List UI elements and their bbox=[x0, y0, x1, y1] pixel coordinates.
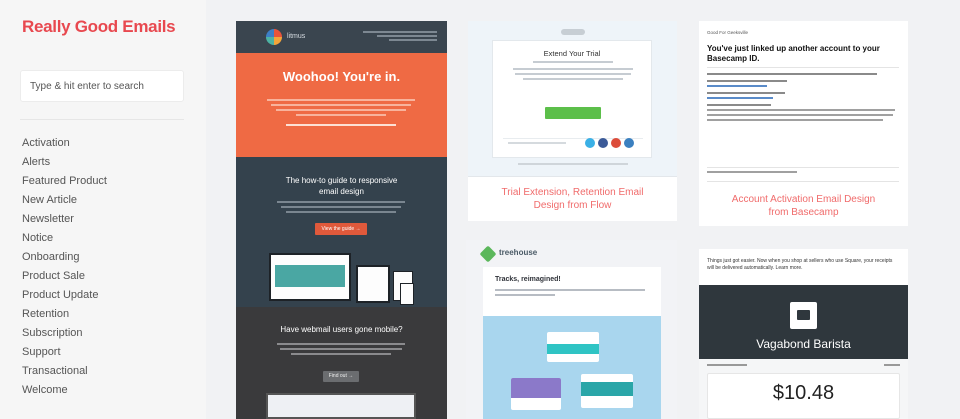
treehouse-email-panel: Tracks, reimagined! bbox=[483, 267, 661, 419]
basecamp-body-text bbox=[707, 73, 897, 124]
find-out-button[interactable]: Find out → bbox=[323, 371, 359, 382]
receipt-id bbox=[884, 364, 900, 366]
webmail-screens-image bbox=[266, 393, 416, 419]
email-card-treehouse[interactable]: treehouse Tracks, reimagined! bbox=[466, 240, 677, 419]
nav-item-activation[interactable]: Activation bbox=[22, 134, 107, 153]
treehouse-title: Tracks, reimagined! bbox=[495, 276, 561, 283]
flow-divider bbox=[503, 138, 643, 139]
hero-title: Woohoo! You're in. bbox=[282, 69, 401, 84]
illustration-card-purple bbox=[511, 378, 561, 410]
twitter-icon[interactable] bbox=[585, 138, 595, 148]
nav-item-transactional[interactable]: Transactional bbox=[22, 362, 107, 381]
header-meta-text bbox=[363, 31, 437, 41]
nav-item-support[interactable]: Support bbox=[22, 343, 107, 362]
nav-item-notice[interactable]: Notice bbox=[22, 229, 107, 248]
tablet-device-icon bbox=[356, 265, 390, 303]
nav-item-retention[interactable]: Retention bbox=[22, 305, 107, 324]
flow-email-title: Extend Your Trial bbox=[543, 49, 601, 58]
extend-trial-button[interactable] bbox=[545, 107, 601, 119]
flow-caption-line-1: Trial Extension, Retention Email bbox=[501, 187, 644, 198]
flow-logo-icon bbox=[561, 29, 585, 36]
desktop-device-icon bbox=[269, 253, 351, 301]
sidebar: Really Good Emails Activation Alerts Fea… bbox=[0, 0, 206, 419]
basecamp-from: Good For Geeksville bbox=[707, 30, 749, 35]
nav-item-new-article[interactable]: New Article bbox=[22, 191, 107, 210]
webmail-body-text bbox=[276, 343, 406, 358]
store-icon bbox=[790, 302, 817, 329]
email-card-vagabond[interactable]: Things just got easier. Now when you sho… bbox=[699, 249, 908, 419]
flow-unsubscribe-text bbox=[508, 163, 638, 168]
guide-title: The how-to guide to responsive email des… bbox=[236, 175, 447, 197]
flow-card-caption[interactable]: Trial Extension, Retention Email Design … bbox=[468, 186, 677, 212]
litmus-header: litmus bbox=[236, 21, 447, 53]
guide-body-text bbox=[276, 201, 406, 216]
sidebar-divider bbox=[20, 119, 184, 120]
basecamp-divider bbox=[707, 67, 899, 68]
view-guide-button[interactable]: View the guide → bbox=[315, 223, 367, 235]
vagabond-intro: Things just got easier. Now when you sho… bbox=[699, 249, 908, 285]
nav-item-product-update[interactable]: Product Update bbox=[22, 286, 107, 305]
tracks-illustration bbox=[483, 316, 661, 419]
litmus-webmail-section: Have webmail users gone mobile? Find out… bbox=[236, 307, 447, 419]
receipt-date bbox=[707, 364, 747, 366]
basecamp-divider-3 bbox=[707, 181, 899, 182]
site-logo[interactable]: Really Good Emails bbox=[22, 17, 176, 37]
illustration-card-teal bbox=[581, 374, 633, 408]
illustration-card-white bbox=[547, 332, 599, 362]
linkedin-icon[interactable] bbox=[624, 138, 634, 148]
phone-small-device-icon bbox=[400, 283, 414, 305]
litmus-logo-icon bbox=[266, 29, 282, 45]
vagabond-header: Vagabond Barista bbox=[699, 285, 908, 359]
basecamp-card-caption[interactable]: Account Activation Email Design from Bas… bbox=[699, 193, 908, 219]
vagabond-name: Vagabond Barista bbox=[756, 337, 851, 351]
email-card-litmus[interactable]: litmus Woohoo! You're in. The how-to gui… bbox=[236, 21, 447, 419]
facebook-icon[interactable] bbox=[598, 138, 608, 148]
nav-item-subscription[interactable]: Subscription bbox=[22, 324, 107, 343]
basecamp-footer-text bbox=[707, 171, 807, 176]
flow-caption-line-2: Design from Flow bbox=[533, 200, 612, 211]
basecamp-caption-line-1: Account Activation Email Design bbox=[731, 194, 876, 205]
email-card-flow[interactable]: Extend Your Trial Trial Extension, Reten… bbox=[468, 21, 677, 221]
google-plus-icon[interactable] bbox=[611, 138, 621, 148]
receipt-amount: $10.48 bbox=[772, 382, 835, 404]
nav-item-product-sale[interactable]: Product Sale bbox=[22, 267, 107, 286]
webmail-title: Have webmail users gone mobile? bbox=[280, 325, 403, 334]
receipt-amount-box: $10.48 bbox=[707, 373, 900, 419]
flow-footer-text bbox=[507, 142, 567, 147]
basecamp-caption-line-2: from Basecamp bbox=[768, 207, 839, 218]
nav-item-newsletter[interactable]: Newsletter bbox=[22, 210, 107, 229]
email-card-basecamp[interactable]: Good For Geeksville You've just linked u… bbox=[699, 21, 908, 226]
nav-item-onboarding[interactable]: Onboarding bbox=[22, 248, 107, 267]
category-nav: Activation Alerts Featured Product New A… bbox=[22, 134, 107, 400]
guide-title-line-1: The how-to guide to responsive bbox=[285, 176, 398, 185]
basecamp-divider-2 bbox=[707, 167, 899, 168]
nav-item-featured-product[interactable]: Featured Product bbox=[22, 172, 107, 191]
vagabond-intro-text: Things just got easier. Now when you sho… bbox=[707, 258, 893, 271]
flow-email-preview: Extend Your Trial bbox=[468, 21, 677, 177]
treehouse-body-text bbox=[495, 289, 645, 296]
nav-item-welcome[interactable]: Welcome bbox=[22, 381, 107, 400]
basecamp-title: You've just linked up another account to… bbox=[707, 44, 880, 63]
litmus-hero: Woohoo! You're in. bbox=[236, 53, 447, 157]
treehouse-logo-icon bbox=[479, 245, 497, 263]
guide-title-line-2: email design bbox=[319, 187, 364, 196]
nav-item-alerts[interactable]: Alerts bbox=[22, 153, 107, 172]
litmus-brand: litmus bbox=[287, 33, 306, 40]
flow-email-body bbox=[493, 61, 653, 83]
hero-body-text bbox=[266, 99, 416, 129]
litmus-guide-section: The how-to guide to responsive email des… bbox=[236, 157, 447, 307]
treehouse-brand: treehouse bbox=[499, 248, 538, 257]
search-input[interactable] bbox=[20, 70, 184, 102]
